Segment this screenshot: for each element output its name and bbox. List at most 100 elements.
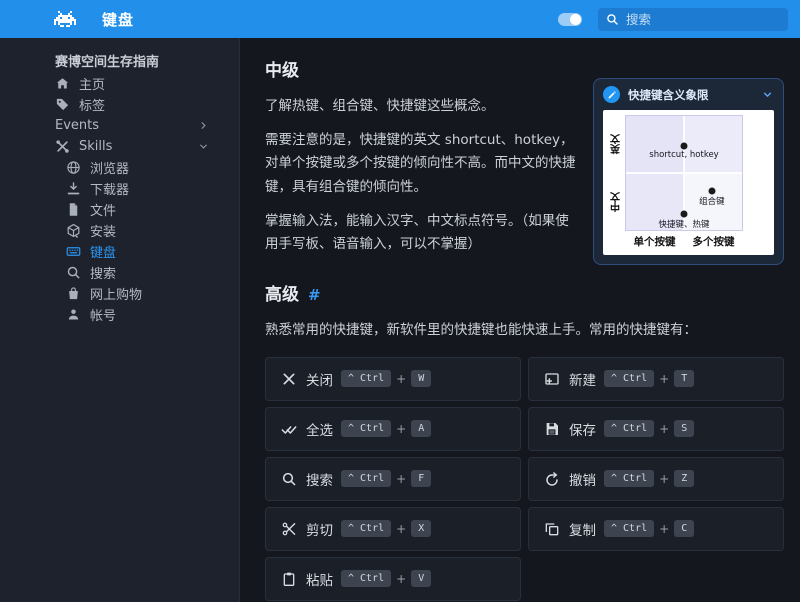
main-content: 快捷键含义象限 英文 中文 shortcut, hotkey组合键快捷键、热键 xyxy=(241,38,800,602)
close-icon xyxy=(281,371,297,387)
quadrant-plot: shortcut, hotkey组合键快捷键、热键 xyxy=(625,115,743,231)
shortcut-label: 全选 xyxy=(306,419,333,439)
key-cap: ^ Ctrl xyxy=(341,520,391,537)
site-title-link[interactable]: 赛博空间生存指南 xyxy=(0,52,239,73)
heading-anchor-link[interactable]: # xyxy=(308,286,321,304)
sidebar-item-下载器[interactable]: 下载器 xyxy=(0,178,239,199)
sidebar-item-label: 标签 xyxy=(79,95,105,114)
search-icon xyxy=(66,265,81,280)
plus-sign: + xyxy=(659,422,669,436)
key-cap: C xyxy=(674,520,694,537)
plus-sign: + xyxy=(396,522,406,536)
data-point xyxy=(681,142,688,149)
shortcut-grid: 关闭^ Ctrl+W新建^ Ctrl+T全选^ Ctrl+A保存^ Ctrl+S… xyxy=(265,357,784,601)
shortcut-label: 粘贴 xyxy=(306,569,333,589)
keyboard-icon xyxy=(66,244,81,259)
paragraph: 熟悉常用的快捷键，新软件里的快捷键也能快速上手。常用的快捷键有： xyxy=(265,319,784,342)
shortcut-card-全选: 全选^ Ctrl+A xyxy=(265,407,521,451)
search-icon xyxy=(281,471,297,487)
section-title-text: 高级 xyxy=(265,285,299,305)
key-cap: ^ Ctrl xyxy=(341,470,391,487)
y-axis-label-top: 英文 xyxy=(609,115,625,173)
sidebar-item-标签[interactable]: 标签 xyxy=(0,94,239,115)
shortcut-card-关闭: 关闭^ Ctrl+W xyxy=(265,357,521,401)
chevron-right-icon[interactable] xyxy=(198,120,209,131)
chart-card: 快捷键含义象限 英文 中文 shortcut, hotkey组合键快捷键、热键 xyxy=(593,78,784,265)
quadrant-y-axis: 英文 中文 xyxy=(609,115,625,231)
app-header: 键盘 xyxy=(0,0,800,38)
sidebar-item-搜索[interactable]: 搜索 xyxy=(0,262,239,283)
chevron-down-icon[interactable] xyxy=(198,141,209,152)
sidebar-item-label: 帐号 xyxy=(90,305,116,324)
sidebar-item-网上购物[interactable]: 网上购物 xyxy=(0,283,239,304)
sidebar-item-label: 文件 xyxy=(90,200,116,219)
shortcut-card-剪切: 剪切^ Ctrl+X xyxy=(265,507,521,551)
sidebar-item-帐号[interactable]: 帐号 xyxy=(0,304,239,325)
key-cap: ^ Ctrl xyxy=(341,570,391,587)
quadrant-top-right xyxy=(684,116,742,173)
key-cap: T xyxy=(674,370,694,387)
sidebar-item-主页[interactable]: 主页 xyxy=(0,73,239,94)
sidebar-item-安装[interactable]: 安装 xyxy=(0,220,239,241)
key-cap: S xyxy=(674,420,694,437)
data-point-label: 组合键 xyxy=(699,195,725,207)
chevron-down-icon[interactable] xyxy=(761,88,774,101)
invader-icon xyxy=(54,11,76,27)
shortcut-card-复制: 复制^ Ctrl+C xyxy=(528,507,784,551)
shortcut-label: 保存 xyxy=(569,419,596,439)
copy-icon xyxy=(544,521,560,537)
sidebar-item-label: 主页 xyxy=(79,74,105,93)
quadrant-top-left xyxy=(626,116,684,173)
edit-icon xyxy=(603,86,620,103)
shortcut-label: 搜索 xyxy=(306,469,333,489)
x-axis-label-right: 多个按键 xyxy=(684,234,743,249)
save-icon xyxy=(544,421,560,437)
key-cap: F xyxy=(411,470,431,487)
sidebar-item-文件[interactable]: 文件 xyxy=(0,199,239,220)
key-cap: V xyxy=(411,570,431,587)
shortcut-card-新建: 新建^ Ctrl+T xyxy=(528,357,784,401)
toggle-knob xyxy=(570,14,581,25)
key-cap: ^ Ctrl xyxy=(604,470,654,487)
sidebar-item-label: 网上购物 xyxy=(90,284,142,303)
theme-toggle[interactable] xyxy=(558,13,582,26)
sidebar-item-键盘[interactable]: 键盘 xyxy=(0,241,239,262)
sidebar-item-Skills[interactable]: Skills xyxy=(0,136,239,157)
sidebar-item-Events[interactable]: Events xyxy=(0,115,239,136)
undo-icon xyxy=(544,471,560,487)
key-cap: ^ Ctrl xyxy=(604,420,654,437)
quadrant-chart: 英文 中文 shortcut, hotkey组合键快捷键、热键 单个按键 多个按… xyxy=(603,110,774,255)
sidebar-item-label: 安装 xyxy=(90,221,116,240)
x-axis-label-left: 单个按键 xyxy=(625,234,684,249)
sidebar-item-浏览器[interactable]: 浏览器 xyxy=(0,157,239,178)
key-cap: ^ Ctrl xyxy=(341,370,391,387)
sidebar: 赛博空间生存指南 主页标签EventsSkills浏览器下载器文件安装键盘搜索网… xyxy=(0,38,240,602)
sidebar-item-label: 键盘 xyxy=(90,242,116,261)
new-tab-icon xyxy=(544,371,560,387)
key-cap: X xyxy=(411,520,431,537)
file-icon xyxy=(66,202,81,217)
key-cap: W xyxy=(411,370,431,387)
home-icon xyxy=(55,76,70,91)
data-point xyxy=(708,188,715,195)
tag-icon xyxy=(55,97,70,112)
plus-sign: + xyxy=(396,372,406,386)
chart-card-header[interactable]: 快捷键含义象限 xyxy=(594,79,783,109)
plus-sign: + xyxy=(659,372,669,386)
header-search[interactable] xyxy=(598,8,788,31)
sidebar-item-label: 浏览器 xyxy=(90,158,129,177)
key-cap: ^ Ctrl xyxy=(341,420,391,437)
package-icon xyxy=(66,223,81,238)
select-all-icon xyxy=(281,421,297,437)
search-input[interactable] xyxy=(626,12,782,27)
bag-icon xyxy=(66,286,81,301)
tools-icon xyxy=(55,139,70,154)
quadrant-x-axis: 单个按键 多个按键 xyxy=(625,231,743,249)
chart-card-title: 快捷键含义象限 xyxy=(628,87,761,103)
sidebar-item-label: 下载器 xyxy=(90,179,129,198)
globe-icon xyxy=(66,160,81,175)
quadrant-divider-horizontal xyxy=(626,172,742,174)
section-title-advanced: 高级 # xyxy=(265,280,784,305)
shortcut-card-搜索: 搜索^ Ctrl+F xyxy=(265,457,521,501)
cut-icon xyxy=(281,521,297,537)
